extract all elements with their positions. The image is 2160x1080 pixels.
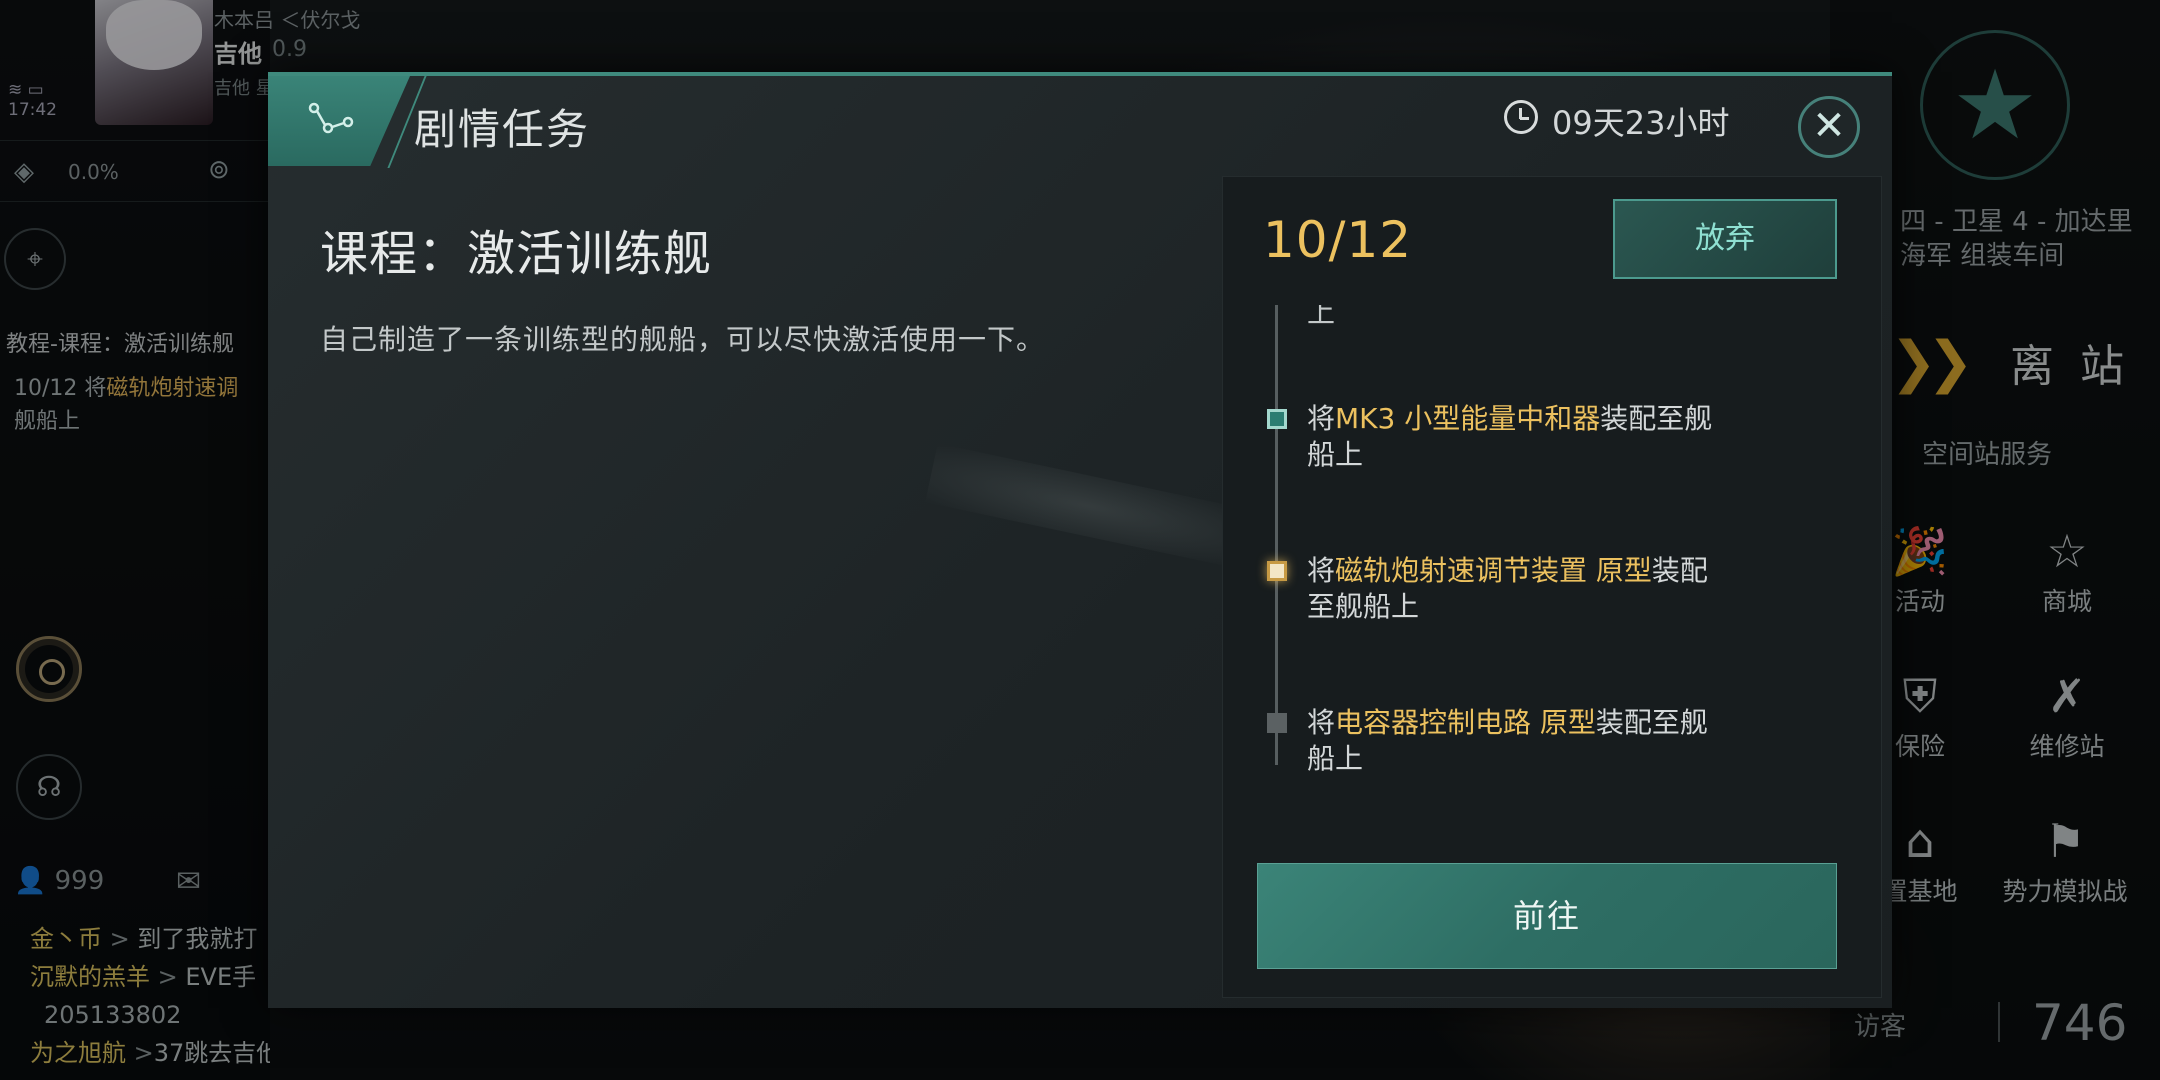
objective-todo-marker [1267,713,1287,733]
objective-module: 磁轨炮射速调节装置 原型 [1335,554,1652,587]
course-description: 自己制造了一条训练型的舰船，可以尽快激活使用一下。 [320,323,1046,356]
objective-list[interactable]: 上 将MK3 小型能量中和器装配至舰 船上 将磁轨炮射速调节装置 原型装配 至舰… [1223,305,1883,845]
objective-pre: 将 [1307,554,1336,587]
objective-module: 电容器控制电路 原型 [1335,706,1596,739]
objective-timeline [1275,305,1278,765]
clock-icon [1504,100,1538,134]
story-mission-dialog: 剧情任务 09天23小时 ✕ 课程：激活训练舰 自己制造了一条训练型的舰船，可以… [268,72,1892,1008]
objective-post: 装配至舰 [1595,706,1708,739]
objective-item: 将电容器控制电路 原型装配至舰 船上 [1307,705,1787,777]
objectives-panel: 10/12 放弃 上 将MK3 小型能量中和器装配至舰 船上 将磁轨炮射速调节装… [1222,176,1882,998]
objective-current-marker [1267,561,1287,581]
dialog-title: 剧情任务 [414,105,591,154]
objective-item: 将MK3 小型能量中和器装配至舰 船上 [1307,401,1787,473]
objective-done-marker [1267,409,1287,429]
objective-module: MK3 小型能量中和器 [1335,402,1601,435]
objective-post: 装配至舰 [1600,402,1713,435]
background-streak [925,443,1251,569]
objective-line2: 至舰船上 [1307,590,1420,623]
mission-progress: 10/12 [1263,211,1413,269]
close-button[interactable]: ✕ [1798,96,1860,158]
mission-route-icon [306,98,356,138]
objective-line2: 船上 [1307,438,1364,471]
objective-cut-text: 上 [1307,305,1336,329]
abandon-button[interactable]: 放弃 [1613,199,1837,279]
objective-item-current: 将磁轨炮射速调节装置 原型装配 至舰船上 [1307,553,1787,625]
course-title: 课程：激活训练舰 [320,226,713,282]
mission-timer: 09天23小时 [1552,104,1730,142]
objective-post: 装配 [1651,554,1708,587]
go-button[interactable]: 前往 [1257,863,1837,969]
objective-line2: 船上 [1307,742,1364,775]
objective-pre: 将 [1307,706,1336,739]
objective-pre: 将 [1307,402,1336,435]
